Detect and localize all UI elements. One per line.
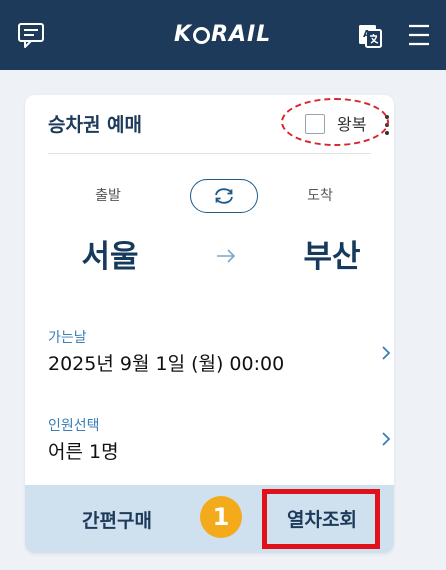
booking-card: 승차권 예매 왕복 출발 도착 서울 부산 가는날 2025년 9월 1일 (월… xyxy=(25,95,394,553)
swap-icon xyxy=(215,188,233,204)
chevron-right-icon[interactable] xyxy=(381,345,391,361)
roundtrip-checkbox[interactable] xyxy=(305,114,325,134)
chat-icon[interactable] xyxy=(16,20,46,50)
step-number-badge: 1 xyxy=(200,496,242,538)
card-title: 승차권 예매 xyxy=(48,114,143,136)
arrival-label: 도착 xyxy=(307,188,333,204)
departure-label: 출발 xyxy=(95,188,121,204)
passenger-label: 인원선택 xyxy=(48,418,100,434)
app-header: K RAIL A xyxy=(0,0,446,70)
hamburger-menu-icon[interactable] xyxy=(405,20,435,50)
logo-ring-icon xyxy=(193,26,211,44)
quick-buy-button[interactable]: 간편구매 xyxy=(25,485,209,553)
search-train-button[interactable]: 열차조회 xyxy=(265,491,379,545)
route-arrow-icon xyxy=(217,249,236,263)
departure-station[interactable]: 서울 xyxy=(65,235,155,279)
chevron-right-icon[interactable] xyxy=(381,431,391,447)
svg-text:A: A xyxy=(363,29,371,40)
swap-stations-button[interactable] xyxy=(190,179,258,213)
logo-text-rail: RAIL xyxy=(211,22,272,47)
more-options-icon[interactable] xyxy=(384,114,390,136)
logo-text-k: K xyxy=(174,22,193,47)
departure-date-label: 가는날 xyxy=(48,330,87,346)
passenger-value[interactable]: 어른 1명 xyxy=(48,438,119,466)
roundtrip-highlight-ellipse xyxy=(281,98,389,146)
roundtrip-label[interactable]: 왕복 xyxy=(337,111,366,139)
arrival-station[interactable]: 부산 xyxy=(287,235,377,279)
translate-icon[interactable]: A xyxy=(355,20,385,50)
divider xyxy=(48,153,371,154)
departure-date-value[interactable]: 2025년 9월 1일 (월) 00:00 xyxy=(48,350,284,378)
korail-logo: K RAIL xyxy=(174,20,274,50)
